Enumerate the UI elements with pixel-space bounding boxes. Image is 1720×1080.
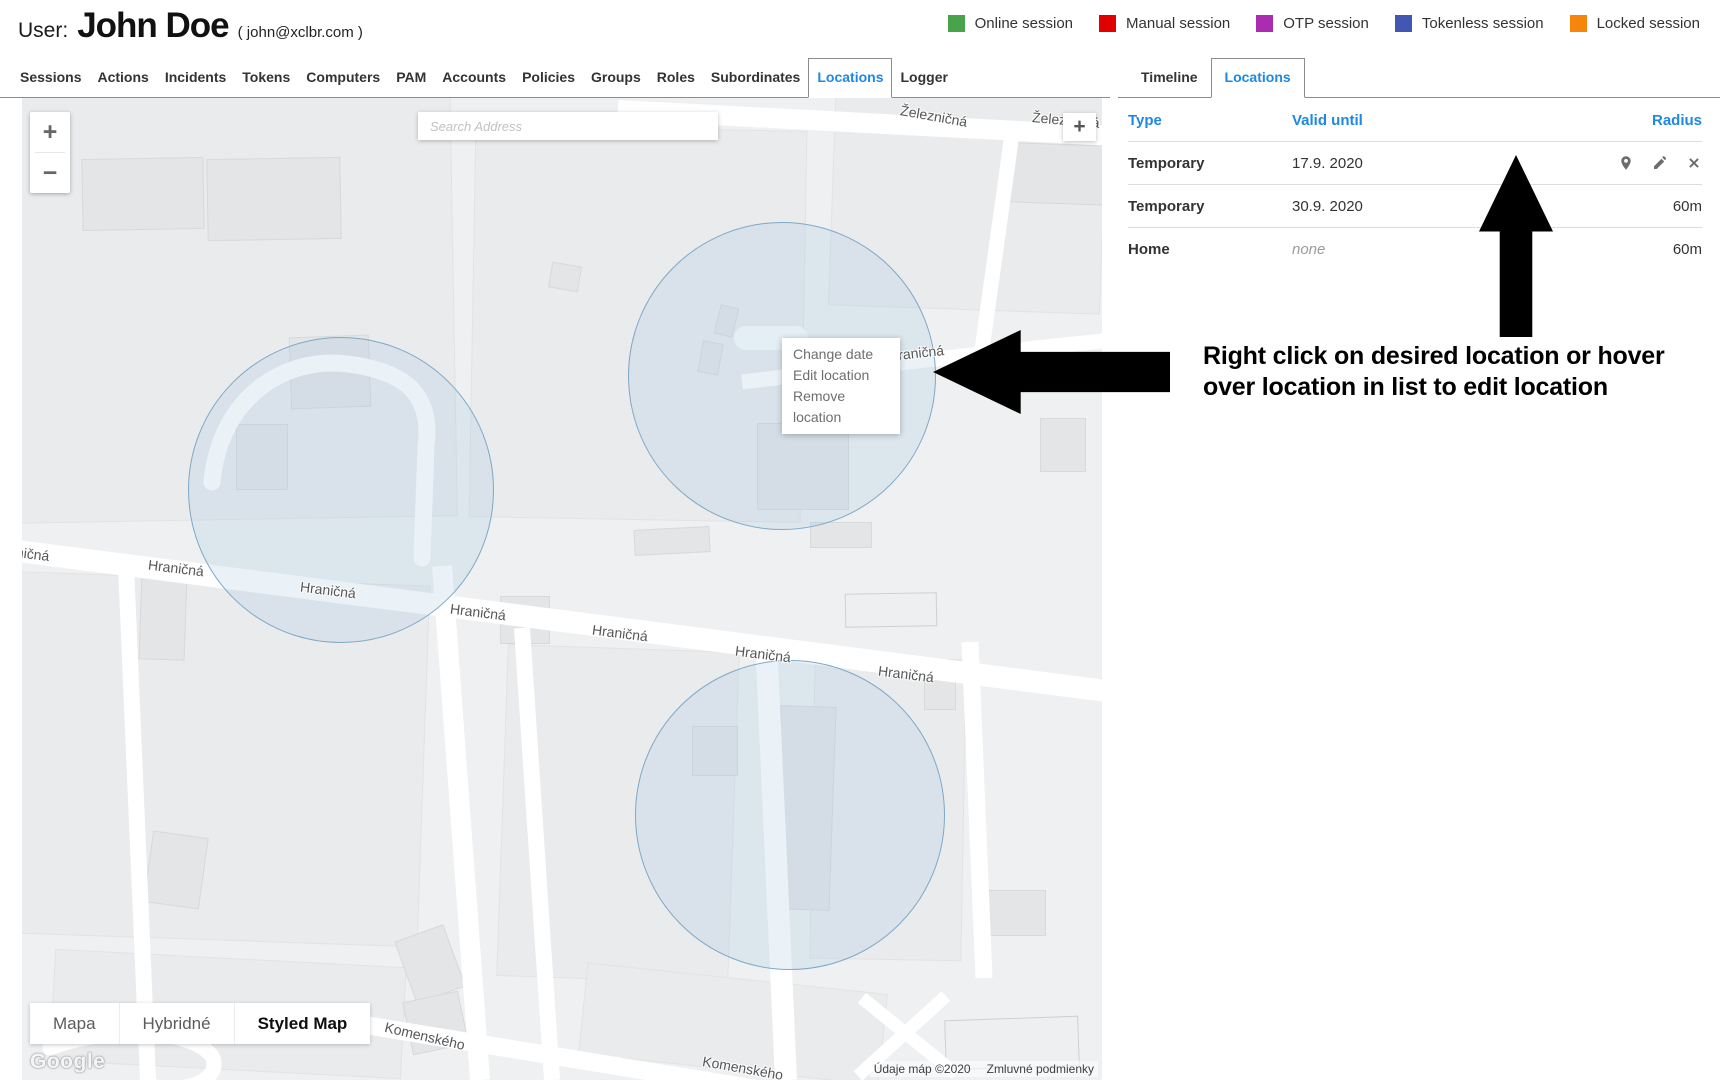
search-address-input[interactable] xyxy=(418,112,718,140)
delete-x-icon xyxy=(1686,155,1702,171)
location-type: Temporary xyxy=(1128,155,1292,172)
user-label: User: xyxy=(18,19,68,43)
tab-accounts[interactable]: Accounts xyxy=(434,58,514,97)
street-label: ničná xyxy=(22,544,50,564)
map-type-hybrid-button[interactable]: Hybridné xyxy=(120,1003,235,1044)
column-header-valid-until[interactable]: Valid until xyxy=(1292,112,1592,129)
legend-item-locked: Locked session xyxy=(1570,15,1700,32)
tab-timeline[interactable]: Timeline xyxy=(1128,58,1211,97)
location-type: Temporary xyxy=(1128,198,1292,215)
map-roads xyxy=(22,98,1102,1080)
google-logo[interactable]: Google xyxy=(30,1050,105,1074)
session-legend: Online session Manual session OTP sessio… xyxy=(948,15,1700,32)
location-valid-until: none xyxy=(1292,241,1592,258)
legend-label: OTP session xyxy=(1283,15,1369,32)
location-radius-circle[interactable] xyxy=(635,660,945,970)
table-row[interactable]: Temporary 17.9. 2020 xyxy=(1128,142,1702,184)
row-actions xyxy=(1592,155,1702,171)
map-type-mapa-button[interactable]: Mapa xyxy=(30,1003,120,1044)
zoom-out-button[interactable]: − xyxy=(30,153,70,193)
tab-incidents[interactable]: Incidents xyxy=(157,58,234,97)
main-tab-bar: Sessions Actions Incidents Tokens Comput… xyxy=(0,58,1110,98)
legend-item-manual: Manual session xyxy=(1099,15,1230,32)
location-context-menu: Change date Edit location Remove locatio… xyxy=(782,338,900,434)
locate-on-map-button[interactable] xyxy=(1618,155,1634,171)
manual-session-swatch xyxy=(1099,15,1116,32)
user-email: ( john@xclbr.com ) xyxy=(238,24,363,41)
table-row[interactable]: Temporary 30.9. 2020 60m xyxy=(1128,184,1702,227)
tab-roles[interactable]: Roles xyxy=(649,58,703,97)
map-data-attribution: Údaje máp ©2020 xyxy=(874,1062,971,1076)
edit-location-button[interactable] xyxy=(1652,155,1668,171)
online-session-swatch xyxy=(948,15,965,32)
column-header-type[interactable]: Type xyxy=(1128,112,1292,129)
annotation-line-2: over location in list to edit location xyxy=(1203,372,1665,403)
locations-table-header: Type Valid until Radius xyxy=(1128,98,1702,142)
tab-policies[interactable]: Policies xyxy=(514,58,583,97)
legend-label: Locked session xyxy=(1597,15,1700,32)
tab-panel-locations[interactable]: Locations xyxy=(1211,58,1305,98)
tokenless-session-swatch xyxy=(1395,15,1412,32)
location-valid-until: 30.9. 2020 xyxy=(1292,198,1592,215)
location-radius: 60m xyxy=(1592,198,1702,215)
locations-table: Type Valid until Radius Temporary 17.9. … xyxy=(1128,98,1702,270)
panel-tab-bar: Timeline Locations xyxy=(1118,58,1720,98)
otp-session-swatch xyxy=(1256,15,1273,32)
tab-tokens[interactable]: Tokens xyxy=(234,58,298,97)
map-type-styled-button[interactable]: Styled Map xyxy=(235,1003,371,1044)
context-menu-edit-location[interactable]: Edit location xyxy=(782,365,900,386)
user-name: John Doe xyxy=(77,6,228,46)
tab-pam[interactable]: PAM xyxy=(388,58,434,97)
legend-label: Tokenless session xyxy=(1422,15,1544,32)
location-type: Home xyxy=(1128,241,1292,258)
tab-computers[interactable]: Computers xyxy=(298,58,388,97)
context-menu-remove-location[interactable]: Remove location xyxy=(782,386,900,428)
tab-actions[interactable]: Actions xyxy=(89,58,156,97)
map-canvas[interactable]: ničná Hraničná Hraničná Hraničná Hraničn… xyxy=(22,98,1102,1080)
legend-item-online: Online session xyxy=(948,15,1073,32)
tab-logger[interactable]: Logger xyxy=(892,58,955,97)
location-valid-until: 17.9. 2020 xyxy=(1292,155,1592,172)
location-pin-icon xyxy=(1618,155,1634,171)
annotation-line-1: Right click on desired location or hover xyxy=(1203,341,1665,372)
tab-locations[interactable]: Locations xyxy=(808,58,892,98)
tab-subordinates[interactable]: Subordinates xyxy=(703,58,808,97)
map-zoom-control: + − xyxy=(30,112,70,193)
location-radius: 60m xyxy=(1592,241,1702,258)
map-type-switcher: Mapa Hybridné Styled Map xyxy=(30,1003,370,1044)
legend-item-tokenless: Tokenless session xyxy=(1395,15,1544,32)
legend-label: Online session xyxy=(975,15,1073,32)
legend-label: Manual session xyxy=(1126,15,1230,32)
zoom-in-button[interactable]: + xyxy=(30,112,70,152)
column-header-radius[interactable]: Radius xyxy=(1592,112,1702,129)
delete-location-button[interactable] xyxy=(1686,155,1702,171)
pencil-icon xyxy=(1652,155,1668,171)
map-attribution: Údaje máp ©2020 Zmluvné podmienky xyxy=(870,1061,1098,1077)
annotation-text: Right click on desired location or hover… xyxy=(1203,341,1665,403)
context-menu-change-date[interactable]: Change date xyxy=(782,344,900,365)
terms-link[interactable]: Zmluvné podmienky xyxy=(987,1062,1094,1076)
add-location-button[interactable]: + xyxy=(1063,113,1096,141)
locked-session-swatch xyxy=(1570,15,1587,32)
page-title: User: John Doe ( john@xclbr.com ) xyxy=(18,6,363,46)
tab-sessions[interactable]: Sessions xyxy=(12,58,89,97)
tab-groups[interactable]: Groups xyxy=(583,58,649,97)
table-row[interactable]: Home none 60m xyxy=(1128,227,1702,270)
legend-item-otp: OTP session xyxy=(1256,15,1369,32)
